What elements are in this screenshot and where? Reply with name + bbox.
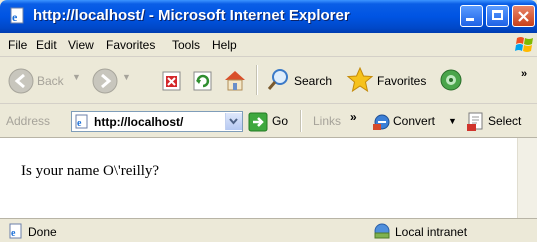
favorites-star-icon[interactable] <box>346 66 374 94</box>
back-button-label[interactable]: Back <box>37 74 64 88</box>
menu-view[interactable]: View <box>68 38 94 52</box>
convert-icon[interactable] <box>373 113 391 131</box>
done-page-icon: e <box>9 223 22 239</box>
minimize-icon <box>466 18 474 21</box>
back-dropdown-icon[interactable]: ▼ <box>72 72 81 82</box>
select-icon[interactable] <box>466 112 486 132</box>
windows-logo-icon <box>514 34 536 56</box>
select-button-label[interactable]: Select <box>488 114 521 128</box>
page-text: Is your name O\'reilly? <box>21 163 160 179</box>
minimize-button[interactable] <box>460 5 483 27</box>
search-button-label[interactable]: Search <box>294 74 332 88</box>
status-text: Done <box>28 225 57 239</box>
forward-dropdown-icon[interactable]: ▼ <box>122 72 131 82</box>
status-bar: e Done Local intranet <box>0 218 537 242</box>
vertical-scrollbar[interactable] <box>517 138 537 218</box>
stop-icon[interactable] <box>161 70 183 92</box>
maximize-icon <box>492 10 503 20</box>
svg-text:e: e <box>77 118 82 129</box>
address-input[interactable]: e http://localhost/ <box>71 111 243 132</box>
back-arrow-icon[interactable] <box>8 68 34 94</box>
toolbar-separator <box>300 110 302 132</box>
go-arrow-icon[interactable] <box>248 112 268 132</box>
favorites-button-label[interactable]: Favorites <box>377 74 426 88</box>
convert-button-label[interactable]: Convert <box>393 114 435 128</box>
convert-dropdown-icon[interactable]: ▼ <box>448 116 457 126</box>
home-icon[interactable] <box>222 67 248 93</box>
menu-edit[interactable]: Edit <box>36 38 57 52</box>
standard-toolbar: Back ▼ ▼ Search Favorites » <box>0 57 537 104</box>
menu-favorites[interactable]: Favorites <box>106 38 155 52</box>
menu-help[interactable]: Help <box>212 38 237 52</box>
svg-text:e: e <box>11 228 16 239</box>
address-dropdown-button[interactable] <box>225 113 242 130</box>
page-content: Is your name O\'reilly? <box>0 138 517 218</box>
links-chevron[interactable]: » <box>350 110 357 124</box>
browser-window: e http://localhost/ - Microsoft Internet… <box>0 0 537 242</box>
go-button-label[interactable]: Go <box>272 114 288 128</box>
svg-text:e: e <box>12 10 18 24</box>
local-intranet-icon <box>374 223 390 239</box>
window-title: http://localhost/ - Microsoft Internet E… <box>33 7 350 24</box>
security-zone-label: Local intranet <box>395 225 468 239</box>
address-label: Address <box>6 114 51 128</box>
close-icon <box>518 11 529 22</box>
toolbar-overflow-chevron[interactable]: » <box>521 68 527 80</box>
close-button[interactable] <box>512 5 535 27</box>
ie-page-icon: e <box>9 7 27 25</box>
address-bar: Address e http://localhost/ Go Links » C… <box>0 104 537 138</box>
page-icon: e <box>75 114 88 129</box>
chevron-down-icon <box>229 118 238 125</box>
menu-bar: File Edit View Favorites Tools Help <box>0 33 537 57</box>
address-value[interactable]: http://localhost/ <box>94 115 183 129</box>
forward-arrow-icon[interactable] <box>92 68 118 94</box>
media-icon[interactable] <box>439 68 463 92</box>
refresh-icon[interactable] <box>192 70 214 92</box>
links-label[interactable]: Links <box>313 114 341 128</box>
maximize-button[interactable] <box>486 5 509 27</box>
menu-tools[interactable]: Tools <box>172 38 200 52</box>
title-bar[interactable]: e http://localhost/ - Microsoft Internet… <box>0 0 537 33</box>
menu-file[interactable]: File <box>8 38 27 52</box>
toolbar-separator <box>256 65 258 95</box>
search-icon[interactable] <box>266 68 290 92</box>
